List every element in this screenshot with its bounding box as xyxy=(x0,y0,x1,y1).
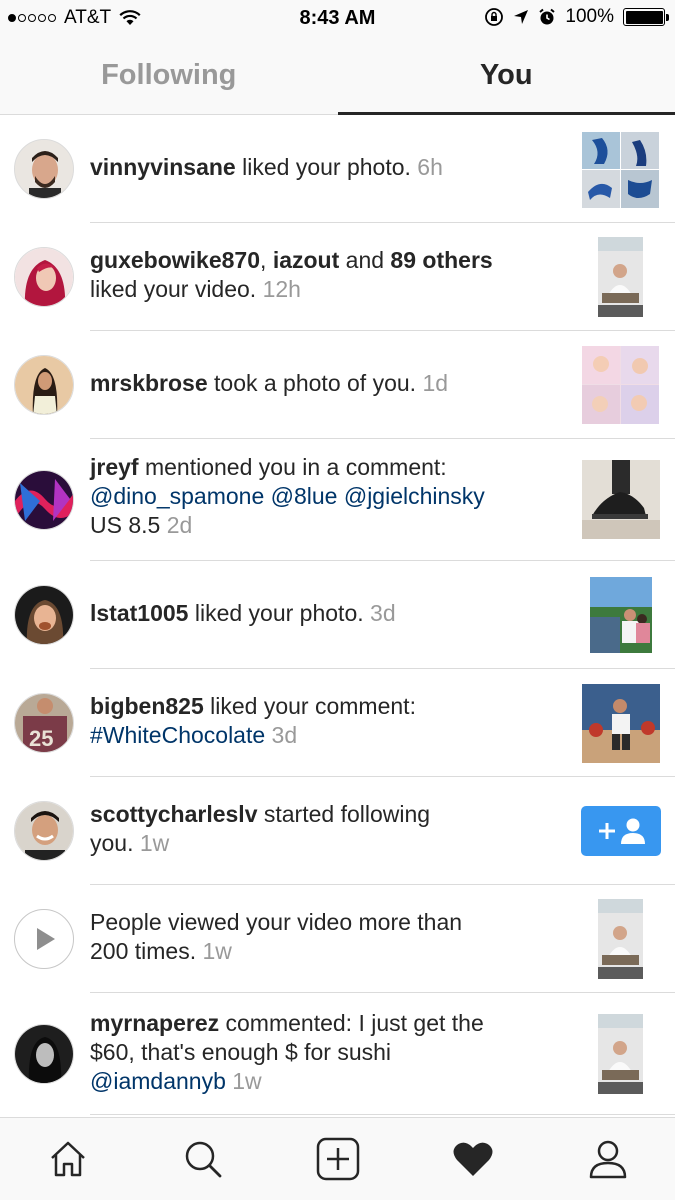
notification-row[interactable]: scottycharleslv started following you. 1w xyxy=(0,777,675,885)
heart-icon xyxy=(453,1142,492,1176)
svg-text:25: 25 xyxy=(29,726,53,751)
play-icon xyxy=(37,928,55,950)
status-bar: AT&T 8:43 AM 100% xyxy=(0,0,675,37)
avatar[interactable] xyxy=(14,470,74,530)
hashtag-link[interactable]: #WhiteChocolate xyxy=(90,722,265,748)
avatar[interactable] xyxy=(14,801,74,861)
nav-activity[interactable] xyxy=(443,1129,503,1189)
others-link[interactable]: 89 others xyxy=(390,247,492,273)
battery-label: 100% xyxy=(565,6,614,27)
alarm-icon xyxy=(539,8,556,25)
tab-you[interactable]: You xyxy=(338,37,675,114)
username-link[interactable]: vinnyvinsane xyxy=(90,154,236,180)
video-views-indicator xyxy=(14,909,74,969)
notification-row[interactable]: 25 bigben825 liked your comment: #WhiteCh… xyxy=(0,669,675,777)
video-thumbnail[interactable] xyxy=(598,899,643,979)
notification-row[interactable]: People viewed your video more than 200 ti… xyxy=(0,885,675,993)
notification-text: jreyf mentioned you in a comment: @dino_s… xyxy=(90,454,485,538)
notification-row[interactable]: jreyf mentioned you in a comment: @dino_s… xyxy=(0,439,675,561)
notification-text: bigben825 liked your comment: #WhiteChoco… xyxy=(90,693,416,748)
notification-text: scottycharleslv started following you. 1w xyxy=(90,801,431,856)
rotation-lock-icon xyxy=(485,8,504,26)
username-link[interactable]: scottycharleslv xyxy=(90,801,257,827)
username-link[interactable]: jreyf xyxy=(90,454,139,480)
nav-profile[interactable] xyxy=(578,1129,638,1189)
mention-links[interactable]: @dino_spamone @8lue @jgielchinsky xyxy=(90,483,485,509)
username-link[interactable]: bigben825 xyxy=(90,693,204,719)
timestamp: 12h xyxy=(262,276,301,302)
post-thumbnail[interactable] xyxy=(590,577,652,653)
nav-home[interactable] xyxy=(38,1129,98,1189)
post-thumbnail[interactable] xyxy=(582,132,659,208)
notification-row[interactable]: vinnyvinsane liked your photo. 6h xyxy=(0,115,675,223)
avatar[interactable] xyxy=(14,585,74,645)
profile-icon xyxy=(589,1140,626,1179)
notification-row[interactable]: myrnaperez commented: I just get the $60,… xyxy=(0,993,675,1115)
timestamp: 6h xyxy=(417,154,443,180)
status-right: 100% xyxy=(484,6,669,28)
add-user-icon xyxy=(599,818,645,844)
post-thumbnail[interactable] xyxy=(582,346,659,424)
notification-text: lstat1005 liked your photo. 3d xyxy=(90,600,396,626)
timestamp: 1w xyxy=(232,1068,262,1094)
avatar[interactable] xyxy=(14,1024,74,1084)
avatar[interactable] xyxy=(14,355,74,415)
nav-search[interactable] xyxy=(173,1129,233,1189)
notification-text: myrnaperez commented: I just get the $60,… xyxy=(90,1010,484,1094)
timestamp: 1d xyxy=(422,370,449,396)
timestamp: 2d xyxy=(166,512,193,538)
username-link[interactable]: lstat1005 xyxy=(90,600,188,626)
video-thumbnail[interactable] xyxy=(598,1014,643,1094)
activity-feed[interactable]: vinnyvinsane liked your photo. 6h guxebo… xyxy=(0,115,675,1120)
follow-button[interactable] xyxy=(581,806,661,856)
avatar[interactable] xyxy=(14,247,74,307)
avatar[interactable] xyxy=(14,139,74,199)
timestamp: 1w xyxy=(202,938,232,964)
notification-row[interactable]: mrskbrose took a photo of you. 1d xyxy=(0,331,675,439)
search-icon xyxy=(185,1141,221,1178)
mention-link[interactable]: @iamdannyb xyxy=(90,1068,226,1094)
username-link[interactable]: mrskbrose xyxy=(90,370,208,396)
home-icon xyxy=(50,1141,85,1177)
timestamp: 1w xyxy=(139,830,170,856)
notification-text: mrskbrose took a photo of you. 1d xyxy=(90,370,449,396)
username-link[interactable]: guxebowike870 xyxy=(90,247,260,273)
username-link[interactable]: myrnaperez xyxy=(90,1010,219,1036)
nav-add-post[interactable] xyxy=(308,1129,368,1189)
notification-text: People viewed your video more than 200 ti… xyxy=(90,909,463,964)
video-thumbnail[interactable] xyxy=(598,237,643,317)
username-link[interactable]: iazout xyxy=(273,247,339,273)
tab-following[interactable]: Following xyxy=(0,37,338,114)
avatar[interactable]: 25 xyxy=(14,693,74,753)
battery-icon xyxy=(623,8,669,26)
timestamp: 3d xyxy=(271,722,298,748)
bottom-navigation xyxy=(0,1117,675,1200)
activity-tabs: Following You xyxy=(0,37,675,115)
post-thumbnail[interactable] xyxy=(582,684,660,763)
timestamp: 3d xyxy=(370,600,396,626)
notification-text: vinnyvinsane liked your photo. 6h xyxy=(90,154,443,180)
post-thumbnail[interactable] xyxy=(582,460,660,539)
notification-row[interactable]: guxebowike870, iazout and 89 others liked… xyxy=(0,223,675,331)
notification-text: guxebowike870, iazout and 89 others liked… xyxy=(90,247,493,302)
notification-row[interactable]: lstat1005 liked your photo. 3d xyxy=(0,561,675,669)
location-icon xyxy=(514,10,529,24)
add-post-icon xyxy=(316,1137,359,1181)
